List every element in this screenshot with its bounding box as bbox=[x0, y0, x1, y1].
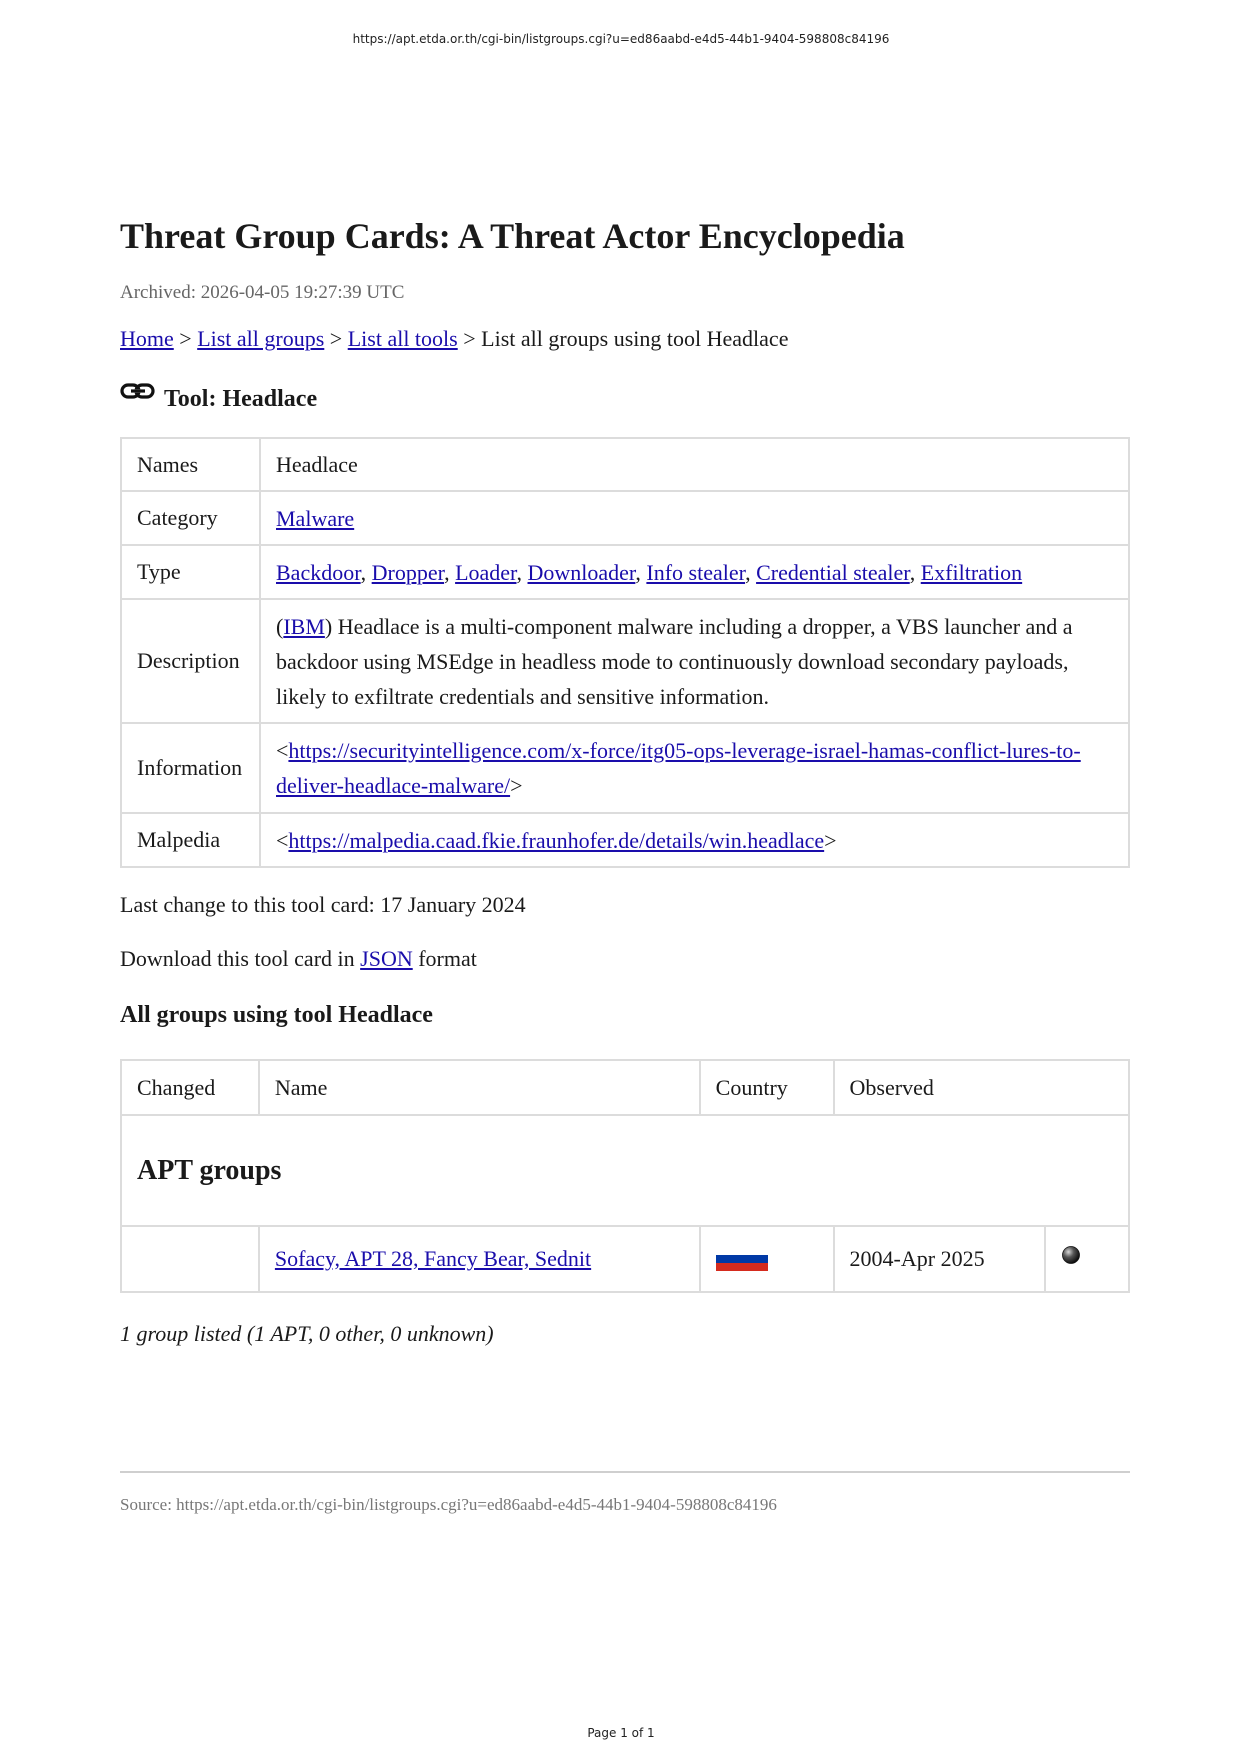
json-download-link[interactable]: JSON bbox=[360, 946, 413, 971]
malpedia-label: Malpedia bbox=[120, 812, 261, 868]
source-url: Source: https://apt.etda.or.th/cgi-bin/l… bbox=[120, 1495, 777, 1514]
column-header-name: Name bbox=[257, 1059, 701, 1116]
download-suffix: format bbox=[412, 946, 477, 971]
breadcrumb-all-tools-link[interactable]: List all tools bbox=[348, 326, 458, 351]
archived-timestamp: Archived: 2026-04-05 19:27:39 UTC bbox=[120, 282, 405, 303]
groups-table: Changed Name Country Observed APT groups… bbox=[120, 1059, 1131, 1293]
type-link-downloader[interactable]: Downloader bbox=[528, 560, 636, 585]
russia-flag-icon bbox=[715, 1247, 768, 1271]
table-row: Category Malware bbox=[120, 490, 1130, 546]
column-header-changed: Changed bbox=[120, 1059, 260, 1116]
malpedia-value: <https://malpedia.caad.fkie.fraunhofer.d… bbox=[259, 812, 1130, 868]
type-link-loader[interactable]: Loader bbox=[455, 560, 516, 585]
type-label: Type bbox=[120, 544, 261, 600]
type-link-dropper[interactable]: Dropper bbox=[372, 560, 444, 585]
page-number: Page 1 of 1 bbox=[587, 1726, 655, 1740]
country-cell bbox=[698, 1225, 835, 1293]
tool-heading-text: Tool: Headlace bbox=[164, 386, 318, 412]
information-label: Information bbox=[120, 722, 261, 814]
group-link-sofacy[interactable]: Sofacy, APT 28, Fancy Bear, Sednit bbox=[275, 1246, 591, 1271]
status-cell bbox=[1044, 1225, 1130, 1293]
section-title-apt-groups: APT groups bbox=[137, 1154, 282, 1186]
description-source-link[interactable]: IBM bbox=[283, 614, 325, 639]
last-change: Last change to this tool card: 17 Januar… bbox=[120, 892, 526, 917]
description-label: Description bbox=[120, 598, 261, 724]
type-link-credential-stealer[interactable]: Credential stealer bbox=[756, 560, 910, 585]
groups-heading: All groups using tool Headlace bbox=[120, 1002, 433, 1028]
names-value: Headlace bbox=[259, 437, 1130, 492]
category-malware-link[interactable]: Malware bbox=[276, 506, 354, 531]
groups-summary: 1 group listed (1 APT, 0 other, 0 unknow… bbox=[120, 1321, 494, 1346]
breadcrumb-separator: > bbox=[463, 326, 476, 351]
column-header-country: Country bbox=[698, 1059, 835, 1116]
breadcrumb: Home > List all groups > List all tools … bbox=[120, 326, 1130, 352]
breadcrumb-separator: > bbox=[329, 326, 343, 351]
table-row: Names Headlace bbox=[120, 437, 1130, 492]
dark-sphere-icon bbox=[1062, 1246, 1080, 1264]
table-row: Information <https://securityintelligenc… bbox=[120, 722, 1130, 814]
print-header-url: https://apt.etda.or.th/cgi-bin/listgroup… bbox=[352, 32, 890, 46]
tool-info-table: Names Headlace Category Malware Type Bac… bbox=[120, 437, 1130, 868]
category-value: Malware bbox=[259, 490, 1130, 546]
main-content: Threat Group Cards: A Threat Actor Encyc… bbox=[120, 212, 1131, 1347]
table-row: Malpedia <https://malpedia.caad.fkie.fra… bbox=[120, 812, 1130, 868]
breadcrumb-current: List all groups using tool Headlace bbox=[481, 326, 789, 351]
breadcrumb-separator: > bbox=[179, 326, 192, 351]
table-row: Sofacy, APT 28, Fancy Bear, Sednit 2004-… bbox=[120, 1225, 1130, 1293]
name-cell: Sofacy, APT 28, Fancy Bear, Sednit bbox=[257, 1225, 701, 1293]
names-label: Names bbox=[120, 437, 261, 492]
tool-heading: Tool: Headlace bbox=[120, 383, 1130, 413]
breadcrumb-all-groups-link[interactable]: List all groups bbox=[197, 326, 324, 351]
description-text: ) Headlace is a multi-component malware … bbox=[276, 613, 1073, 709]
description-value: (IBM) Headlace is a multi-component malw… bbox=[259, 598, 1130, 724]
observed-cell: 2004-Apr 2025 bbox=[832, 1225, 1047, 1293]
type-value: Backdoor, Dropper, Loader, Downloader, I… bbox=[259, 544, 1130, 600]
changed-cell bbox=[120, 1225, 260, 1293]
category-label: Category bbox=[120, 490, 261, 546]
type-link-info-stealer[interactable]: Info stealer bbox=[646, 560, 745, 585]
section-cell: APT groups bbox=[120, 1114, 1130, 1227]
column-header-observed: Observed bbox=[832, 1059, 1131, 1116]
link-icon bbox=[120, 383, 155, 399]
type-link-exfiltration[interactable]: Exfiltration bbox=[921, 560, 1022, 585]
table-row: Type Backdoor, Dropper, Loader, Download… bbox=[120, 544, 1130, 600]
information-link[interactable]: https://securityintelligence.com/x-force… bbox=[276, 738, 1081, 798]
malpedia-link[interactable]: https://malpedia.caad.fkie.fraunhofer.de… bbox=[288, 828, 824, 853]
table-row: Description (IBM) Headlace is a multi-co… bbox=[120, 598, 1130, 724]
divider bbox=[120, 1471, 1130, 1473]
page-title: Threat Group Cards: A Threat Actor Encyc… bbox=[120, 216, 905, 256]
section-row: APT groups bbox=[120, 1114, 1130, 1227]
table-header-row: Changed Name Country Observed bbox=[120, 1059, 1131, 1116]
information-value: <https://securityintelligence.com/x-forc… bbox=[259, 722, 1130, 814]
download-prefix: Download this tool card in bbox=[120, 946, 361, 971]
breadcrumb-home-link[interactable]: Home bbox=[120, 326, 174, 351]
type-link-backdoor[interactable]: Backdoor bbox=[276, 560, 361, 585]
download-line: Download this tool card in JSON format bbox=[120, 946, 1130, 972]
